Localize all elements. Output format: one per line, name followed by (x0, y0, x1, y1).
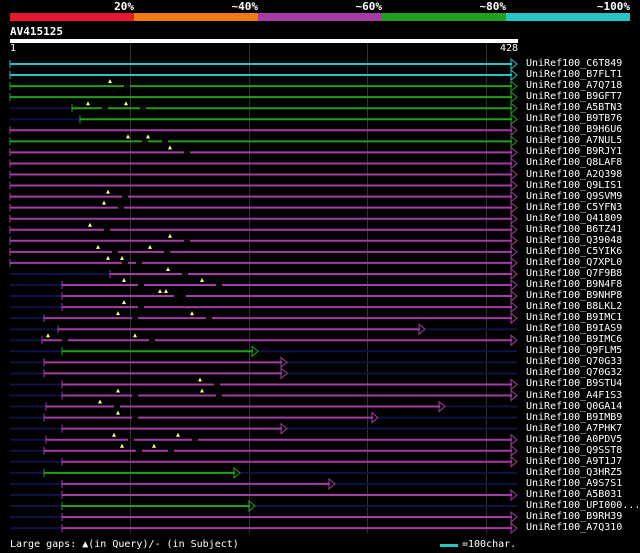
hit-label[interactable]: UniRef100_B9STU4 (526, 378, 622, 389)
query-gap-marker-icon (168, 233, 172, 238)
hit-label[interactable]: UniRef100_A0PDV5 (526, 434, 622, 445)
hit-label[interactable]: UniRef100_A7Q718 (526, 80, 622, 91)
hit-label[interactable]: UniRef100_UPI000... (526, 500, 640, 511)
hit-label[interactable]: UniRef100_A5B031 (526, 489, 622, 500)
query-gap-marker-icon (96, 244, 100, 249)
hit-label[interactable]: UniRef100_Q39048 (526, 235, 622, 246)
query-gap-marker-icon (122, 278, 126, 282)
hit-label[interactable]: UniRef100_A7Q310 (526, 522, 622, 533)
hit-label[interactable]: UniRef100_A9S7S1 (526, 478, 622, 489)
hit-label[interactable]: UniRef100_B6TZ41 (526, 224, 622, 235)
query-gap-marker-icon (120, 255, 124, 260)
query-gap-marker-icon (152, 443, 156, 448)
query-gap-marker-icon (120, 443, 124, 448)
hit-label[interactable]: UniRef100_Q0GA14 (526, 401, 622, 412)
hit-label[interactable]: UniRef100_B9RJY1 (526, 146, 622, 157)
query-gap-marker-icon (190, 311, 194, 316)
query-gap-marker-icon (164, 289, 168, 294)
hit-label[interactable]: UniRef100_B8LKL2 (526, 301, 622, 312)
hit-label[interactable]: UniRef100_B7FLT1 (526, 69, 622, 80)
hit-label[interactable]: UniRef100_Q3HRZ5 (526, 467, 622, 478)
hit-label[interactable]: UniRef100_B9GFT7 (526, 91, 622, 102)
query-gap-marker-icon (124, 101, 128, 106)
hit-label[interactable]: UniRef100_A7PHK7 (526, 423, 622, 434)
query-gap-marker-icon (168, 145, 172, 150)
query-gap-marker-icon (106, 255, 110, 260)
query-gap-marker-icon (116, 410, 120, 415)
query-gap-marker-icon (198, 377, 202, 382)
hit-label[interactable]: UniRef100_Q8LAF8 (526, 157, 622, 168)
query-gap-marker-icon (98, 399, 102, 404)
query-gap-marker-icon (200, 278, 204, 282)
query-gap-marker-icon (122, 300, 126, 305)
query-gap-marker-icon (176, 432, 180, 437)
query-gap-marker-icon (166, 266, 170, 271)
gaps-legend: Large gaps: ▲(in Query)/- (in Subject) (10, 539, 239, 550)
query-gap-marker-icon (108, 79, 112, 84)
query-gap-marker-icon (112, 432, 116, 437)
hit-label[interactable]: UniRef100_Q9SVM9 (526, 191, 622, 202)
hit-label[interactable]: UniRef100_B9IMB9 (526, 412, 622, 423)
hit-label[interactable]: UniRef100_Q7XPL0 (526, 257, 622, 268)
hit-label[interactable]: UniRef100_A4F1S3 (526, 390, 622, 401)
hit-label[interactable]: UniRef100_Q70G33 (526, 356, 622, 367)
hit-label[interactable]: UniRef100_A7NUL5 (526, 135, 622, 146)
query-gap-marker-icon (146, 134, 150, 139)
query-gap-marker-icon (106, 189, 110, 194)
hit-label[interactable]: UniRef100_Q9FLM5 (526, 345, 622, 356)
hit-label[interactable]: UniRef100_B9IAS9 (526, 323, 622, 334)
hit-label[interactable]: UniRef100_B9NHP8 (526, 290, 622, 301)
hit-label[interactable]: UniRef100_Q70G32 (526, 367, 622, 378)
query-gap-marker-icon (46, 333, 50, 338)
query-gap-marker-icon (148, 244, 152, 249)
query-gap-marker-icon (158, 289, 162, 294)
hit-label[interactable]: UniRef100_B9RH39 (526, 511, 622, 522)
query-gap-marker-icon (133, 333, 137, 338)
query-gap-marker-icon (126, 134, 130, 139)
hit-label[interactable]: UniRef100_B9N4F8 (526, 279, 622, 290)
query-gap-marker-icon (102, 200, 106, 205)
hit-label[interactable]: UniRef100_Q9LIS1 (526, 180, 622, 191)
hit-label[interactable]: UniRef100_B9H6U6 (526, 124, 622, 135)
hit-label[interactable]: UniRef100_Q41809 (526, 213, 622, 224)
scale-legend: =100char. (462, 539, 517, 550)
hit-label[interactable]: UniRef100_Q7F9B8 (526, 268, 622, 279)
query-gap-marker-icon (86, 101, 90, 106)
scale-bar (440, 544, 458, 547)
hit-label[interactable]: UniRef100_C5YFN3 (526, 202, 622, 213)
hit-label[interactable]: UniRef100_B9IMC6 (526, 334, 622, 345)
query-gap-marker-icon (116, 388, 120, 393)
query-gap-marker-icon (116, 311, 120, 316)
hit-label[interactable]: UniRef100_A2Q398 (526, 169, 622, 180)
hit-label[interactable]: UniRef100_B9TB76 (526, 113, 622, 124)
query-gap-marker-icon (88, 222, 92, 227)
hit-label[interactable]: UniRef100_Q9SST8 (526, 445, 622, 456)
hit-label[interactable]: UniRef100_B9IMC1 (526, 312, 622, 323)
hit-label[interactable]: UniRef100_C5YIK6 (526, 246, 622, 257)
hit-label[interactable]: UniRef100_C6T849 (526, 58, 622, 69)
hit-label[interactable]: UniRef100_A9T1J7 (526, 456, 622, 467)
query-gap-marker-icon (200, 388, 204, 393)
hit-label[interactable]: UniRef100_A5BTN3 (526, 102, 622, 113)
